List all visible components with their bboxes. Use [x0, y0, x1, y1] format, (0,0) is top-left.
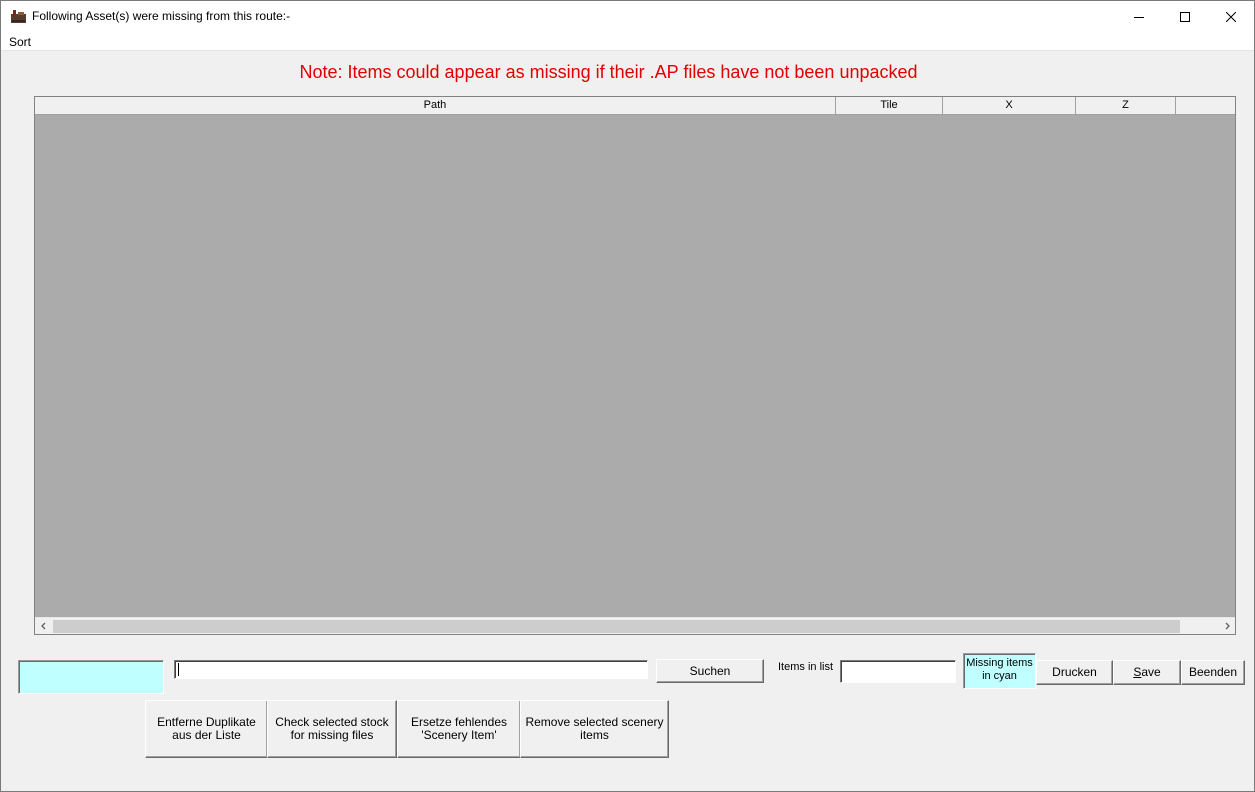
search-input[interactable] [174, 660, 648, 679]
close-button[interactable] [1208, 1, 1254, 32]
check-stock-button[interactable]: Check selected stock for missing files [267, 700, 397, 758]
exit-button[interactable]: Beenden [1181, 660, 1245, 685]
cyan-status-box [18, 660, 164, 694]
items-in-list-label: Items in list [778, 661, 834, 673]
main-window: Following Asset(s) were missing from thi… [0, 0, 1255, 792]
items-in-list-field[interactable] [840, 660, 956, 683]
remove-scenery-button[interactable]: Remove selected scenery items [520, 700, 669, 758]
maximize-button[interactable] [1162, 1, 1208, 32]
save-label-rest: ave [1141, 665, 1161, 679]
search-button[interactable]: Suchen [656, 659, 764, 683]
column-header-tile[interactable]: Tile [836, 97, 943, 114]
remove-duplicates-button[interactable]: Entferne Duplikate aus der Liste [145, 700, 268, 758]
column-header-z[interactable]: Z [1076, 97, 1176, 114]
missing-items-legend: Missing items in cyan [963, 653, 1036, 689]
close-icon [1226, 11, 1236, 22]
menu-bar: Sort [1, 32, 1254, 51]
missing-assets-list[interactable]: Path Tile X Z [34, 96, 1236, 635]
unpack-note: Note: Items could appear as missing if t… [299, 62, 918, 82]
title-bar: Following Asset(s) were missing from thi… [1, 1, 1254, 32]
chevron-right-icon [1225, 622, 1230, 630]
save-mnemonic: S [1133, 665, 1142, 679]
replace-scenery-button[interactable]: Ersetze fehlendes 'Scenery Item' [397, 700, 521, 758]
column-header-path[interactable]: Path [35, 97, 836, 114]
maximize-icon [1180, 11, 1190, 22]
route-app-icon [11, 10, 26, 23]
list-header: Path Tile X Z [35, 97, 1235, 115]
column-header-extra[interactable] [1176, 97, 1235, 114]
print-button[interactable]: Drucken [1036, 660, 1113, 685]
text-caret [178, 663, 179, 676]
scroll-thumb[interactable] [53, 620, 1180, 633]
minimize-button[interactable] [1116, 1, 1162, 32]
window-title: Following Asset(s) were missing from thi… [32, 9, 291, 23]
horizontal-scrollbar[interactable] [35, 617, 1235, 634]
scroll-left-button[interactable] [35, 618, 52, 634]
scroll-right-button[interactable] [1218, 618, 1235, 634]
minimize-icon [1134, 16, 1144, 18]
save-button[interactable]: Save [1113, 660, 1181, 685]
menu-item-sort[interactable]: Sort [9, 35, 31, 49]
column-header-x[interactable]: X [943, 97, 1076, 114]
chevron-left-icon [40, 622, 45, 630]
